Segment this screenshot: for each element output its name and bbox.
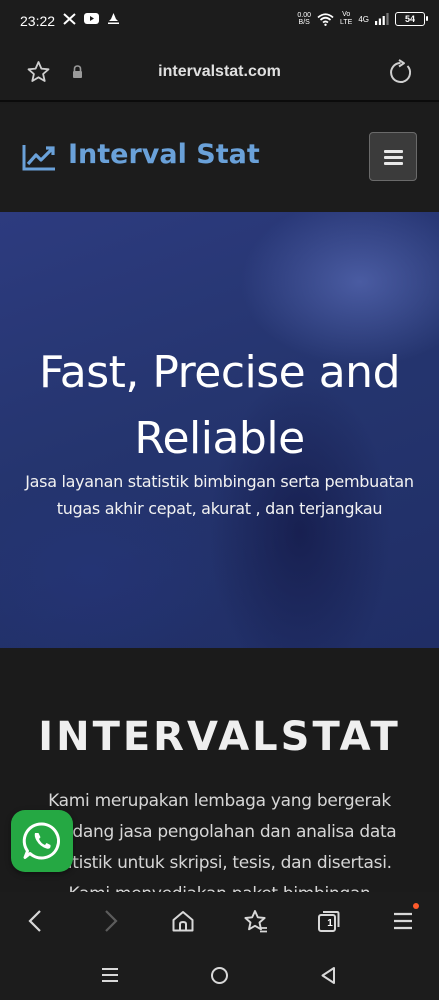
hero-subtitle-line2: tugas akhir cepat, akurat , dan terjangk… — [56, 499, 383, 518]
menu-icon[interactable] — [392, 909, 414, 933]
back-triangle-icon[interactable] — [320, 966, 336, 985]
about-line3: statistik untuk skripsi, tesis, dan dise… — [47, 853, 392, 873]
signal-icon — [375, 13, 389, 25]
home-icon[interactable] — [171, 909, 195, 933]
whatsapp-button[interactable] — [11, 810, 73, 872]
brand-name[interactable]: Interval Stat — [68, 139, 260, 170]
about-line1: Kami merupakan lembaga yang bergerak — [48, 791, 391, 811]
status-left-icons — [63, 12, 120, 25]
battery-indicator: 54 — [395, 12, 428, 26]
volte-bottom: LTE — [340, 19, 353, 26]
hero-section: Fast, Precise and Reliable Jasa layanan … — [0, 212, 439, 648]
system-navigation-bar — [0, 950, 439, 1000]
network-type: 4G — [358, 14, 369, 24]
bookmarks-icon[interactable] — [243, 909, 269, 934]
hamburger-icon — [384, 150, 403, 153]
status-time: 23:22 — [20, 13, 56, 29]
hamburger-menu-button[interactable] — [369, 132, 417, 181]
chart-line-icon — [22, 145, 55, 171]
menu-notification-dot — [413, 903, 419, 909]
hero-title-line1: Fast, Precise and — [38, 347, 401, 398]
url-text[interactable]: intervalstat.com — [0, 63, 439, 81]
wifi-icon — [317, 12, 334, 26]
youtube-icon — [84, 13, 99, 24]
status-right-icons: 0.00 B/S Vo LTE 4G 54 — [297, 11, 428, 27]
about-line2: dibidang jasa pengolahan dan analisa dat… — [42, 822, 397, 842]
about-text: Kami merupakan lembaga yang bergerak dib… — [22, 786, 417, 892]
hero-title-line2: Reliable — [134, 413, 305, 464]
forward-icon[interactable] — [100, 909, 120, 933]
about-title: INTERVALSTAT — [38, 714, 401, 760]
tabs-count: 1 — [327, 917, 333, 929]
hero-subtitle: Jasa layanan statistik bimbingan serta p… — [0, 468, 439, 522]
browser-toolbar: 1 — [0, 892, 439, 950]
site-navbar: Interval Stat — [0, 104, 439, 212]
reload-icon[interactable] — [388, 59, 413, 85]
back-icon[interactable] — [26, 909, 46, 933]
address-bar: intervalstat.com — [0, 44, 439, 102]
x-icon — [63, 12, 76, 25]
network-speed: 0.00 B/S — [297, 12, 311, 26]
notification-icon — [108, 13, 119, 24]
whatsapp-icon — [22, 822, 61, 860]
hero-subtitle-line1: Jasa layanan statistik bimbingan serta p… — [25, 472, 414, 491]
hero-title: Fast, Precise and Reliable — [0, 340, 439, 472]
speed-value: 0.00 — [297, 12, 311, 19]
volte-indicator: Vo LTE — [340, 11, 352, 27]
tabs-button[interactable]: 1 — [317, 909, 341, 933]
speed-unit: B/S — [298, 19, 310, 26]
about-line4: Kami menyediakan paket bimbingan — [22, 879, 417, 892]
hamburger-icon — [384, 162, 403, 165]
hamburger-icon — [384, 156, 403, 159]
volte-top: Vo — [342, 11, 351, 18]
home-circle-icon[interactable] — [210, 966, 229, 985]
recents-icon[interactable] — [101, 966, 119, 984]
status-bar: 23:22 0.00 B/S Vo LTE 4G 54 — [0, 0, 439, 44]
